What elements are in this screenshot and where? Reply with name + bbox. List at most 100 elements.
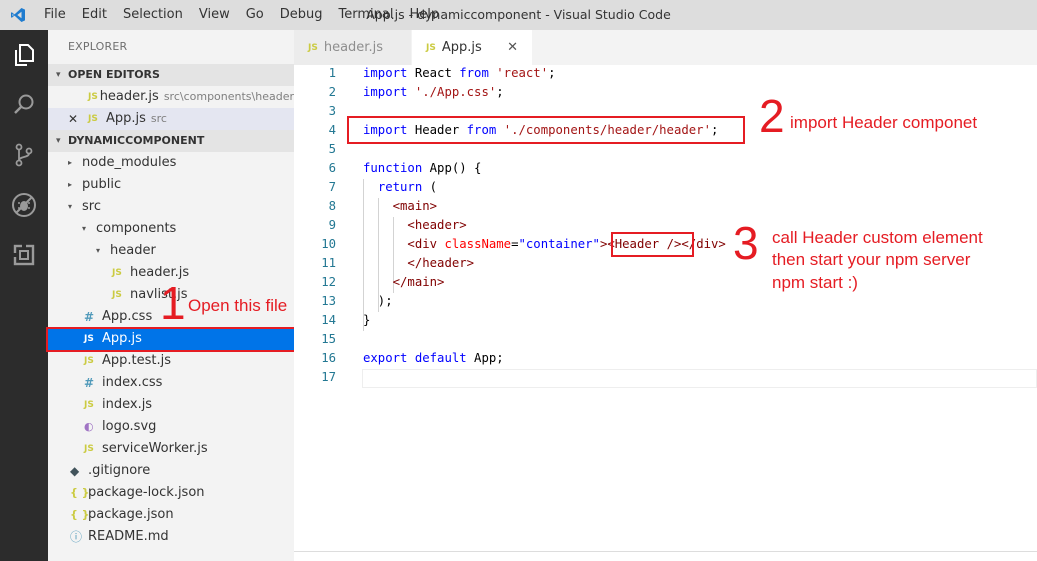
open-editor-item[interactable]: JS header.js src\components\header bbox=[48, 86, 294, 108]
tree-item[interactable]: ▸ public bbox=[48, 174, 294, 196]
chevron-down-icon: ▾ bbox=[56, 70, 61, 80]
open-editor-item-active[interactable]: ✕ JS App.js src bbox=[48, 108, 294, 130]
tree-item-label: App.css bbox=[102, 309, 153, 324]
open-editor-path: src bbox=[150, 112, 167, 125]
tree-item-label: package-lock.json bbox=[88, 485, 205, 500]
tree-item[interactable]: ◆ .gitignore bbox=[48, 460, 294, 482]
code-line: 16 export default App; bbox=[294, 349, 1037, 368]
code-token: function bbox=[363, 161, 423, 175]
close-icon[interactable]: ✕ bbox=[507, 40, 518, 55]
tree-item[interactable]: { } package-lock.json bbox=[48, 482, 294, 504]
tree-item-label: .gitignore bbox=[88, 463, 151, 478]
menu-item-debug[interactable]: Debug bbox=[272, 0, 331, 30]
code-text: <header> bbox=[363, 216, 466, 235]
search-icon[interactable] bbox=[0, 80, 48, 130]
tree-item-label: public bbox=[82, 177, 122, 192]
menu-item-file[interactable]: File bbox=[36, 0, 74, 30]
tree-item[interactable]: JS serviceWorker.js bbox=[48, 438, 294, 460]
tab-label: header.js bbox=[323, 40, 383, 55]
css-file-icon: # bbox=[84, 310, 95, 324]
tree-item[interactable]: JS index.js bbox=[48, 394, 294, 416]
menu-item-edit[interactable]: Edit bbox=[74, 0, 115, 30]
extensions-icon[interactable] bbox=[0, 230, 48, 280]
tree-item-label: README.md bbox=[88, 529, 169, 544]
code-token: </header> bbox=[407, 256, 475, 270]
chevron-down-icon: ▾ bbox=[96, 246, 101, 255]
code-token: = bbox=[511, 237, 519, 251]
line-number: 15 bbox=[321, 332, 336, 346]
code-token: ( bbox=[422, 180, 438, 194]
code-text: export default App; bbox=[363, 349, 504, 368]
json-file-icon: { } bbox=[70, 508, 90, 521]
source-control-icon[interactable] bbox=[0, 130, 48, 180]
editor-tabs: JS header.js JS App.js ✕ bbox=[294, 30, 1037, 65]
js-file-icon: JS bbox=[84, 400, 94, 410]
tree-item[interactable]: ⓘ README.md bbox=[48, 526, 294, 548]
menu-item-view[interactable]: View bbox=[191, 0, 238, 30]
tree-item[interactable]: { } package.json bbox=[48, 504, 294, 526]
tree-item[interactable]: # index.css bbox=[48, 372, 294, 394]
line-number: 10 bbox=[321, 237, 336, 251]
tree-item[interactable]: ▾ src bbox=[48, 196, 294, 218]
open-editor-name: header.js bbox=[99, 89, 159, 104]
code-token: ; bbox=[496, 85, 504, 99]
menu-item-go[interactable]: Go bbox=[238, 0, 272, 30]
code-line: 7 return ( bbox=[294, 178, 1037, 197]
code-token: 'react' bbox=[496, 66, 549, 80]
tree-item-label: serviceWorker.js bbox=[102, 441, 208, 456]
code-text: </header> bbox=[363, 254, 474, 273]
code-token: App; bbox=[466, 351, 504, 365]
menu-item-selection[interactable]: Selection bbox=[115, 0, 191, 30]
tree-item[interactable]: ▸ node_modules bbox=[48, 152, 294, 174]
debug-icon[interactable] bbox=[0, 180, 48, 230]
tree-item-label: index.css bbox=[102, 375, 163, 390]
tree-item[interactable]: JS App.test.js bbox=[48, 350, 294, 372]
menu-item-help[interactable]: Help bbox=[401, 0, 447, 30]
line-number: 4 bbox=[328, 123, 336, 137]
code-text: <main> bbox=[363, 197, 437, 216]
tree-item[interactable]: ▾ components bbox=[48, 218, 294, 240]
code-token: import bbox=[363, 66, 408, 80]
code-token: import bbox=[363, 85, 408, 99]
files-icon[interactable] bbox=[0, 30, 48, 80]
code-token: export bbox=[363, 351, 408, 365]
code-text: import './App.css'; bbox=[363, 83, 504, 102]
line-number: 13 bbox=[321, 294, 336, 308]
tree-item-label: header bbox=[110, 243, 156, 258]
code-token: ; bbox=[548, 66, 556, 80]
tab-header-js[interactable]: JS header.js bbox=[294, 30, 412, 65]
menu-item-terminal[interactable]: Terminal bbox=[331, 0, 402, 30]
code-token: './App.css' bbox=[414, 85, 497, 99]
project-header[interactable]: ▾ DYNAMICCOMPONENT bbox=[48, 130, 294, 152]
close-icon[interactable]: ✕ bbox=[68, 108, 88, 130]
code-token: App() { bbox=[422, 161, 482, 175]
git-file-icon: ◆ bbox=[70, 464, 80, 478]
code-line: 13 ); bbox=[294, 292, 1037, 311]
code-token: from bbox=[459, 66, 489, 80]
open-editors-header[interactable]: ▾ OPEN EDITORS bbox=[48, 64, 294, 86]
tree-item[interactable]: ◐ logo.svg bbox=[48, 416, 294, 438]
code-text: import React from 'react'; bbox=[363, 64, 556, 83]
code-token: ); bbox=[363, 294, 393, 308]
annotation-number-1: 1 bbox=[160, 277, 186, 329]
js-file-icon: JS bbox=[84, 356, 94, 366]
tree-item[interactable]: ▾ header bbox=[48, 240, 294, 262]
line-number: 1 bbox=[328, 66, 336, 80]
code-token: "container" bbox=[518, 237, 600, 251]
open-editor-path: src\components\header bbox=[163, 90, 294, 103]
code-line: 1 import React from 'react'; bbox=[294, 64, 1037, 83]
json-file-icon: { } bbox=[70, 486, 90, 499]
line-number: 7 bbox=[328, 180, 336, 194]
tree-item-label: components bbox=[96, 221, 177, 236]
line-number: 5 bbox=[328, 142, 336, 156]
code-text: ); bbox=[363, 292, 393, 311]
code-token: React bbox=[407, 66, 460, 80]
code-line: 15 bbox=[294, 330, 1037, 349]
tab-app-js[interactable]: JS App.js ✕ bbox=[412, 30, 533, 65]
code-line: 6 function App() { bbox=[294, 159, 1037, 178]
line-number: 11 bbox=[321, 256, 336, 270]
line-number: 3 bbox=[328, 104, 336, 118]
